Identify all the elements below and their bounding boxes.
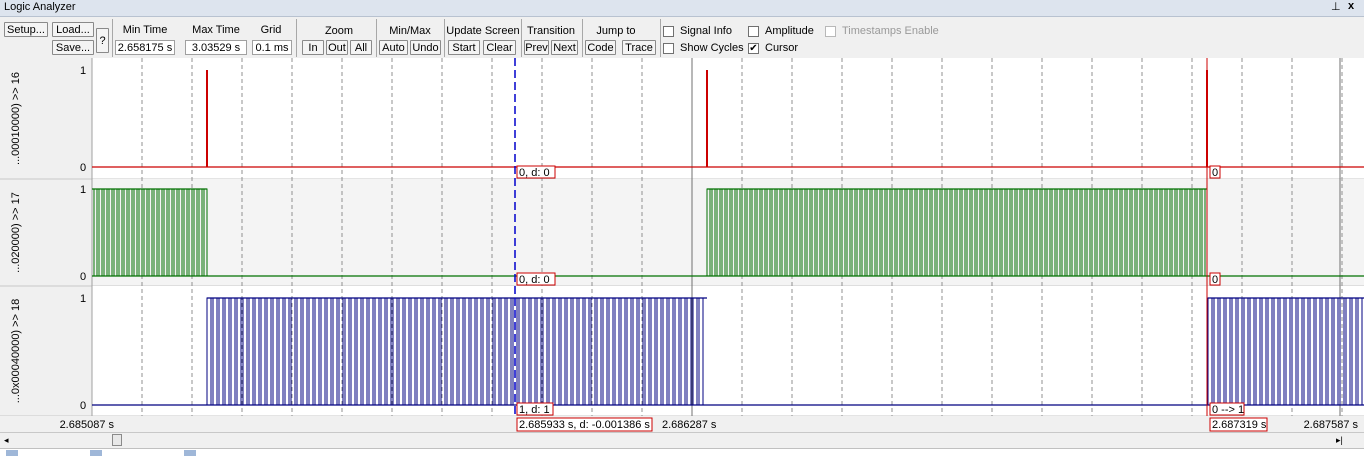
cursor-value-box: 1, d: 1 bbox=[519, 404, 550, 416]
time-axis-center-label: 2.686287 s bbox=[662, 419, 717, 431]
checkmark-icon: ✔ bbox=[749, 43, 758, 54]
level-high-label: 1 bbox=[80, 65, 86, 77]
separator bbox=[296, 19, 297, 57]
horizontal-scrollbar[interactable]: ◂ ▸| bbox=[0, 432, 1364, 448]
waveform-area[interactable]: ...00010000) >> 16 1 0 ...020000) >> 17 1 0..… bbox=[0, 58, 1364, 432]
time-axis-left-label: 2.685087 s bbox=[60, 419, 115, 431]
level-low-label: 0 bbox=[80, 162, 86, 174]
separator bbox=[112, 19, 113, 57]
save-button[interactable]: Save... bbox=[52, 40, 94, 55]
lane-background bbox=[92, 58, 1364, 179]
load-button[interactable]: Load... bbox=[52, 22, 94, 37]
amplitude-label: Amplitude bbox=[765, 25, 814, 37]
signal-info-label: Signal Info bbox=[680, 25, 732, 37]
show-cycles-checkbox[interactable] bbox=[663, 43, 674, 54]
amplitude-checkbox[interactable] bbox=[748, 26, 759, 37]
max-time-value: 3.03529 s bbox=[185, 40, 247, 55]
update-screen-label: Update Screen bbox=[446, 25, 520, 37]
marker-time-readout: 2.687319 s bbox=[1212, 419, 1267, 431]
jump-code-button[interactable]: Code bbox=[585, 40, 616, 55]
signal-name: ...020000) >> 17 bbox=[10, 192, 22, 273]
cursor-value-box: 0, d: 0 bbox=[519, 274, 550, 286]
start-button[interactable]: Start bbox=[448, 40, 480, 55]
setup-button[interactable]: Setup... bbox=[4, 22, 48, 37]
separator bbox=[660, 19, 661, 57]
signal-name: ...0x00040000) >> 18 bbox=[10, 299, 22, 404]
scroll-left-arrow-icon[interactable]: ◂ bbox=[4, 433, 9, 448]
min-time-value: 2.658175 s bbox=[115, 40, 175, 55]
scroll-thumb[interactable] bbox=[112, 434, 122, 446]
signal-name: ...00010000) >> 16 bbox=[10, 72, 22, 165]
min-time-label: Min Time bbox=[122, 24, 168, 36]
grid-value: 0.1 ms bbox=[252, 40, 292, 55]
marker-value-box: 0 --> 1 bbox=[1212, 404, 1244, 416]
cursor-time-readout: 2.685933 s, d: -0.001386 s bbox=[519, 419, 650, 431]
zoom-out-button[interactable]: Out bbox=[326, 40, 348, 55]
zoom-in-button[interactable]: In bbox=[302, 40, 324, 55]
window-title: Logic Analyzer bbox=[4, 1, 76, 13]
show-cycles-label: Show Cycles bbox=[680, 42, 744, 54]
cursor-label: Cursor bbox=[765, 42, 799, 54]
timestamps-checkbox bbox=[825, 26, 836, 37]
tab-icon[interactable] bbox=[184, 450, 196, 456]
zoom-all-button[interactable]: All bbox=[350, 40, 372, 55]
toolbar: Setup... Load... Save... ? Min Time 2.65… bbox=[0, 17, 1364, 58]
auto-button[interactable]: Auto bbox=[379, 40, 408, 55]
prev-button[interactable]: Prev bbox=[524, 40, 549, 55]
marker-value-box: 0 bbox=[1212, 274, 1218, 286]
help-button[interactable]: ? bbox=[96, 28, 109, 53]
minmax-label: Min/Max bbox=[389, 25, 431, 37]
cursor-checkbox[interactable]: ✔ bbox=[748, 43, 759, 54]
undo-button[interactable]: Undo bbox=[410, 40, 441, 55]
next-button[interactable]: Next bbox=[551, 40, 578, 55]
tab-icon[interactable] bbox=[90, 450, 102, 456]
tab-icon[interactable] bbox=[6, 450, 18, 456]
timestamps-label: Timestamps Enable bbox=[842, 25, 939, 37]
separator bbox=[444, 19, 445, 57]
level-low-label: 0 bbox=[80, 400, 86, 412]
signal-info-checkbox[interactable] bbox=[663, 26, 674, 37]
level-low-label: 0 bbox=[80, 271, 86, 283]
grid-label: Grid bbox=[260, 24, 282, 36]
lane-background bbox=[92, 179, 1364, 286]
level-high-label: 1 bbox=[80, 293, 86, 305]
pin-icon[interactable]: ⊥ bbox=[1331, 0, 1341, 13]
level-high-label: 1 bbox=[80, 184, 86, 196]
clear-button[interactable]: Clear bbox=[483, 40, 516, 55]
zoom-label: Zoom bbox=[324, 25, 354, 37]
marker-value-box: 0 bbox=[1212, 167, 1218, 179]
jump-to-label: Jump to bbox=[596, 25, 636, 37]
separator bbox=[376, 19, 377, 57]
max-time-label: Max Time bbox=[192, 24, 240, 36]
title-bar: Logic Analyzer ⊥ x bbox=[0, 0, 1364, 17]
scroll-right-arrow-icon[interactable]: ▸| bbox=[1336, 433, 1343, 448]
jump-trace-button[interactable]: Trace bbox=[622, 40, 656, 55]
transition-label: Transition bbox=[527, 25, 575, 37]
cursor-value-box: 0, d: 0 bbox=[519, 167, 550, 179]
time-axis-right-label: 2.687587 s bbox=[1304, 419, 1359, 431]
close-icon[interactable]: x bbox=[1348, 0, 1354, 12]
separator bbox=[582, 19, 583, 57]
